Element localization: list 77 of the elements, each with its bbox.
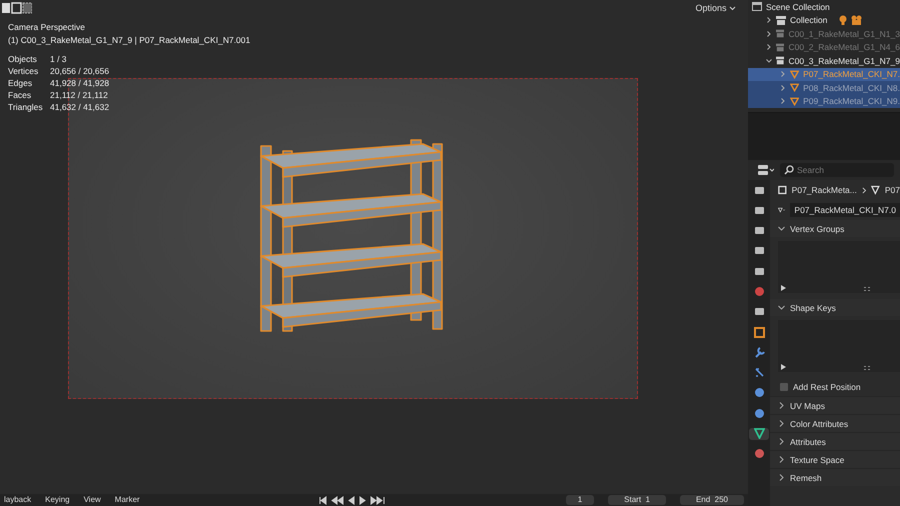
chevron-right-icon[interactable] [766,44,772,50]
camera-icon[interactable] [851,15,862,26]
outliner-row[interactable]: P09_RackMetal_CKI_N9. [748,94,900,108]
data-tab-icon [754,428,764,440]
chevron-down-icon[interactable] [766,58,772,64]
stat-value: 41,632 / 41,632 [50,102,110,113]
resize-grip-icon[interactable] [864,366,870,370]
chevron-icon [778,304,785,311]
chevron-down-icon [729,6,736,11]
chevron-icon [778,420,785,427]
collection-icon [776,16,786,25]
mesh-data-dropdown-icon[interactable] [778,205,786,215]
chevron-right-icon[interactable] [780,98,786,104]
timeline-menu[interactable]: View [84,495,101,505]
timeline-menu[interactable]: Marker [114,495,140,505]
chevron-right-icon[interactable] [766,30,772,37]
current-frame-field[interactable]: 1 [566,495,594,505]
chevron-right-icon[interactable] [766,17,772,24]
lightbulb-icon[interactable] [839,15,848,26]
chevron-icon [778,474,785,481]
outliner-label: Collection [790,15,828,26]
start-frame-field[interactable]: Start 1 [608,495,666,505]
outliner-label: Scene Collection [766,2,830,12]
timeline-menu[interactable]: layback [4,495,32,505]
breadcrumb-item[interactable]: P07 [884,185,900,195]
outliner-label: C00_2_RakeMetal_G1_N4_6 [788,42,900,52]
chevron-icon [778,456,785,463]
collection-icon [776,42,784,52]
outliner-row[interactable]: Collection [748,14,900,27]
chevron-icon [778,438,785,445]
collection-icon [776,29,784,38]
mesh-name-field[interactable]: P07_RackMetal_CKI_N7.0 [790,203,900,217]
stat-value: 21,112 / 21,112 [50,90,109,101]
editor-type-icon[interactable] [758,165,774,175]
chevron-right-icon[interactable] [780,71,786,78]
object-path: (1) C00_3_RakeMetal_G1_N7_9 | P07_RackMetal_CKI_N7.001 [8,35,250,46]
outliner-label: C00_3_RakeMetal_G1_N7_9 [788,56,900,66]
stat-label: Edges [8,78,34,89]
search-icon [784,165,794,175]
stat-label: Triangles [8,102,44,113]
object-tab-icon [754,326,764,338]
collection-icon [776,56,784,66]
chevron-right-icon[interactable] [780,84,786,91]
panel-header[interactable]: Texture Space [770,450,900,468]
outliner-label: P07_RackMetal_CKI_N7. [803,69,900,80]
stat-label: Faces [8,90,32,101]
end-frame-field[interactable]: End 250 [680,495,744,505]
timeline-menu[interactable]: Keying [45,495,70,505]
viewport-mode-icon[interactable] [2,2,32,14]
mesh-icon [871,185,880,195]
checkbox[interactable] [780,383,788,391]
search-field[interactable]: Search [780,163,894,177]
chevron-icon [778,402,785,409]
scene-collection-icon [752,2,762,12]
checkbox-label: Add Rest Position [793,382,861,392]
stat-value: 20,656 / 20,656 [50,66,110,77]
outliner-label: P09_RackMetal_CKI_N9. [803,96,900,106]
properties-tab[interactable] [749,428,769,440]
play-icon [781,364,786,370]
outliner-label: P08_RackMetal_CKI_N8. [803,82,900,93]
outliner-row[interactable]: C00_3_RakeMetal_G1_N7_9 [748,54,900,68]
chevron-icon [778,225,785,232]
play-icon [781,285,786,291]
outliner-row[interactable]: P08_RackMetal_CKI_N8. [748,81,900,94]
object-icon [778,185,787,195]
stat-value: 41,928 / 41,928 [50,78,110,89]
resize-grip-icon[interactable] [864,287,870,291]
modifier-tab-icon [754,346,764,358]
outliner-label: C00_1_RakeMetal_G1_N1_3 [788,28,900,39]
outliner-row[interactable]: Scene Collection [748,0,900,14]
stat-label: Vertices [8,66,40,77]
stat-value: 1 / 3 [50,54,68,65]
breadcrumb-item[interactable]: P07_RackMeta... [792,185,857,195]
panel-header[interactable]: UV Maps [770,396,900,414]
stat-label: Objects [8,54,38,65]
view-name: Camera Perspective [8,22,86,33]
chevron-right-icon [862,186,866,194]
